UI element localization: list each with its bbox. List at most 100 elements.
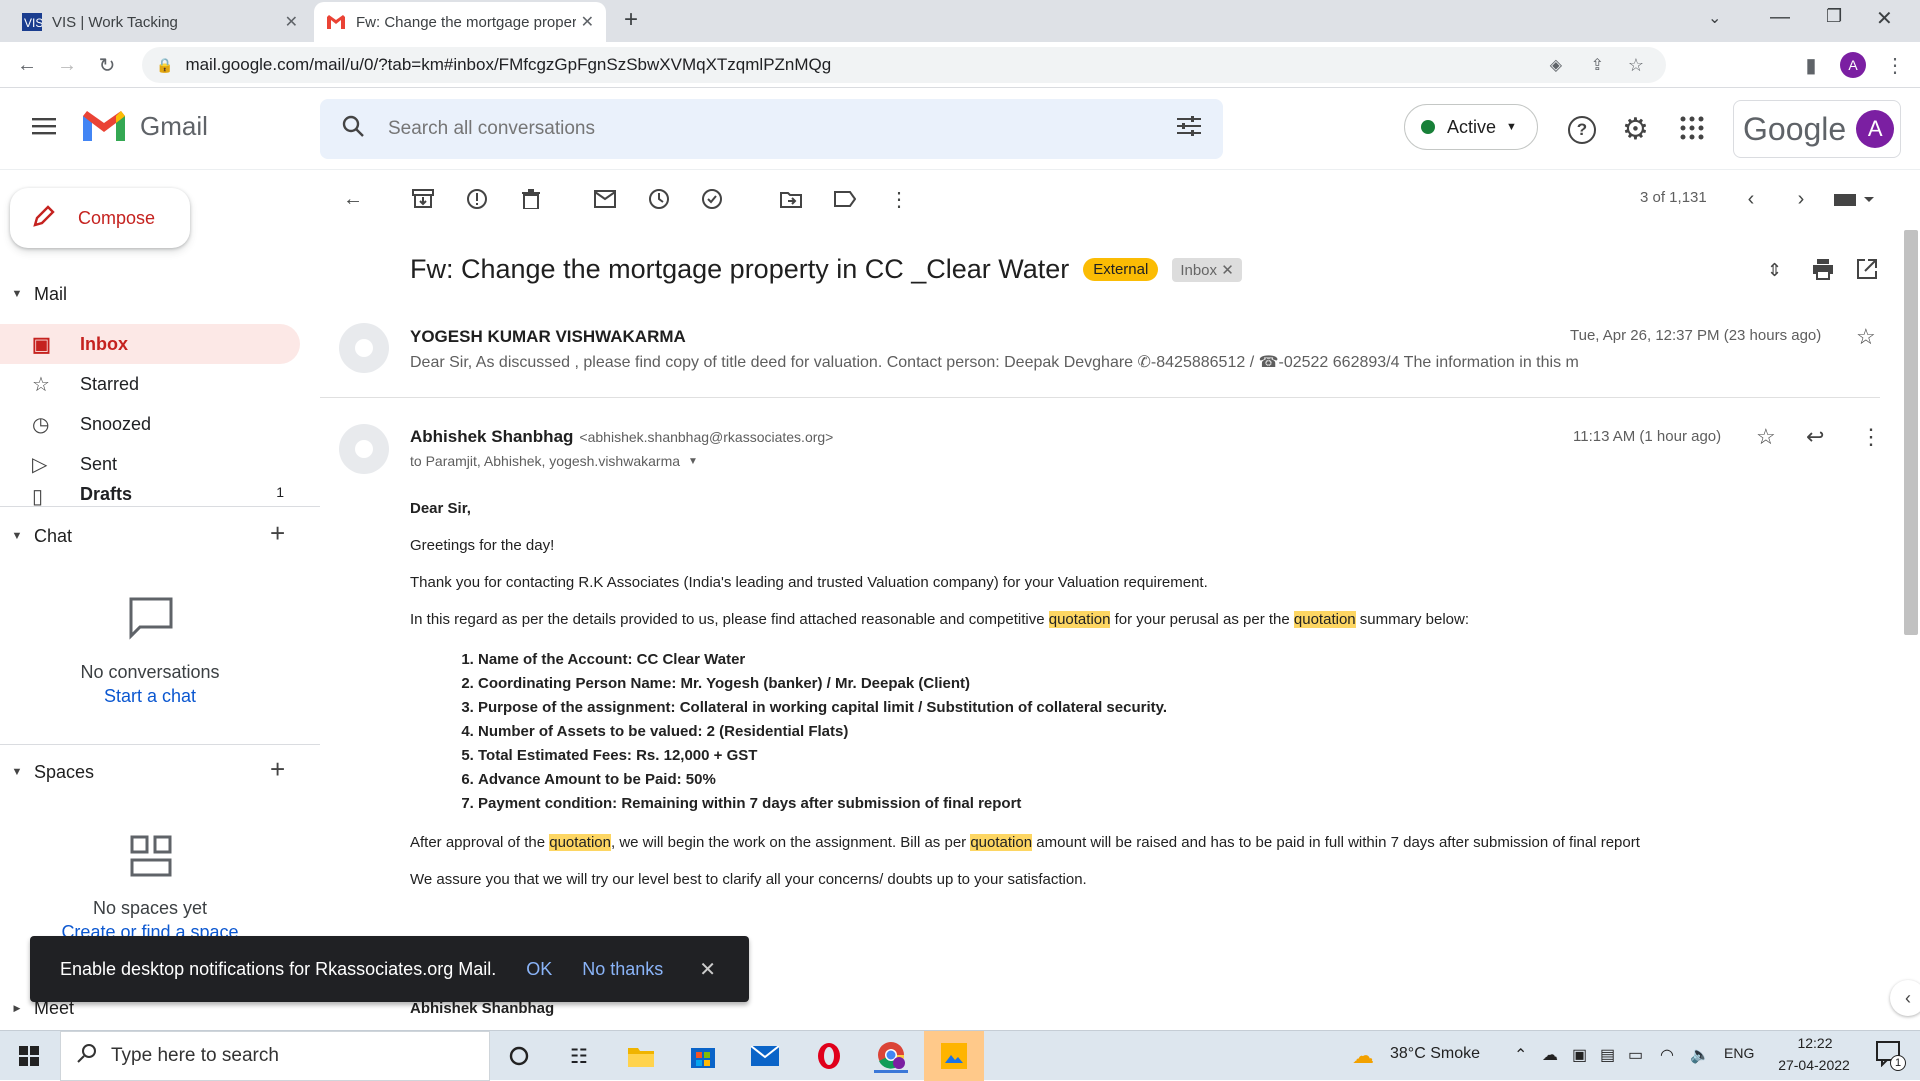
sidebar-item-sent[interactable]: ▷ Sent	[0, 444, 300, 484]
sidebar-item-drafts[interactable]: ▯ Drafts 1	[0, 484, 300, 506]
file-explorer-icon[interactable]	[624, 1039, 658, 1073]
start-chat-link[interactable]: Start a chat	[0, 686, 300, 707]
minimize-icon[interactable]: —	[1770, 6, 1790, 29]
tab-vis[interactable]: VIS VIS | Work Tacking ✕	[10, 2, 310, 42]
snackbar-no-thanks-button[interactable]: No thanks	[582, 959, 663, 980]
sidebar-item-snoozed[interactable]: ◷ Snoozed	[0, 404, 300, 444]
sidebar-item-starred[interactable]: ☆ Starred	[0, 364, 300, 404]
sender-name[interactable]: YOGESH KUMAR VISHWAKARMA	[410, 327, 686, 347]
main-menu-icon[interactable]	[32, 116, 56, 136]
close-tab-icon[interactable]: ✕	[581, 12, 594, 32]
onedrive-icon[interactable]: ☁	[1542, 1045, 1558, 1065]
gmail-logo[interactable]: Gmail	[80, 108, 208, 144]
task-view-icon[interactable]: ☷	[562, 1039, 596, 1073]
print-icon[interactable]	[1812, 258, 1834, 285]
open-new-window-icon[interactable]	[1856, 258, 1878, 285]
newer-chevron-icon[interactable]: ‹	[1738, 186, 1764, 212]
back-to-inbox-icon[interactable]: ←	[340, 186, 366, 212]
clock-time[interactable]: 12:22	[1770, 1035, 1860, 1051]
inbox-label-badge[interactable]: Inbox ✕	[1172, 257, 1242, 282]
chat-section-header[interactable]: ▼ Chat	[0, 520, 72, 552]
older-chevron-icon[interactable]: ›	[1788, 186, 1814, 212]
new-chat-plus-icon[interactable]: +	[270, 518, 285, 549]
close-window-icon[interactable]: ✕	[1876, 6, 1893, 31]
sticky-app-icon[interactable]	[924, 1031, 984, 1081]
delete-icon[interactable]	[518, 186, 544, 212]
restore-icon[interactable]: ❐	[1826, 6, 1842, 27]
volume-icon[interactable]: 🔈	[1690, 1045, 1710, 1065]
add-to-tasks-icon[interactable]	[700, 186, 726, 212]
chrome-taskbar-icon[interactable]	[874, 1039, 908, 1073]
move-to-icon[interactable]	[778, 186, 804, 212]
weather-text[interactable]: 38°C Smoke	[1390, 1045, 1480, 1063]
expand-all-icon[interactable]: ⇕	[1767, 260, 1782, 281]
sidepanel-icon[interactable]: ▮	[1800, 54, 1822, 77]
compose-button[interactable]: Compose	[10, 188, 190, 248]
extension-icon[interactable]: ◈	[1550, 55, 1562, 75]
side-panel-toggle-icon[interactable]: ‹	[1890, 980, 1920, 1016]
mark-unread-icon[interactable]	[592, 186, 618, 212]
tab-gmail[interactable]: Fw: Change the mortgage proper ✕	[314, 2, 606, 42]
chrome-menu-icon[interactable]: ⋮	[1884, 54, 1906, 77]
sidebar-item-inbox[interactable]: ▣ Inbox	[0, 324, 300, 364]
address-bar[interactable]: 🔒 mail.google.com/mail/u/0/?tab=km#inbox…	[142, 47, 1666, 83]
tab-search-icon[interactable]: ⌄	[1708, 8, 1721, 28]
new-tab-icon[interactable]: +	[624, 6, 638, 34]
language-indicator[interactable]: ENG	[1724, 1045, 1754, 1061]
report-spam-icon[interactable]	[464, 186, 490, 212]
account-avatar[interactable]: A	[1856, 110, 1895, 148]
archive-icon[interactable]	[410, 186, 436, 212]
notification-center-icon[interactable]: 1	[1876, 1041, 1906, 1071]
sender-name[interactable]: Abhishek Shanbhag	[410, 427, 573, 447]
mail-app-icon[interactable]	[748, 1039, 782, 1073]
snackbar-ok-button[interactable]: OK	[526, 959, 552, 980]
apps-grid-icon[interactable]	[1680, 116, 1704, 145]
share-icon[interactable]: ⇪	[1591, 55, 1604, 75]
mail-section-header[interactable]: ▼ Mail	[0, 278, 67, 310]
bookmark-star-icon[interactable]: ☆	[1628, 55, 1644, 76]
weather-icon[interactable]: ☁	[1352, 1043, 1374, 1069]
opera-browser-icon[interactable]	[812, 1039, 846, 1073]
remove-label-icon[interactable]: ✕	[1221, 262, 1234, 279]
search-bar[interactable]	[320, 99, 1223, 159]
status-selector[interactable]: Active ▼	[1404, 104, 1538, 150]
battery-icon[interactable]: ▭	[1628, 1045, 1643, 1065]
snooze-clock-icon[interactable]	[646, 186, 672, 212]
reply-icon[interactable]: ↩	[1806, 424, 1824, 450]
back-icon[interactable]: ←	[16, 54, 38, 76]
microsoft-store-icon[interactable]	[686, 1039, 720, 1073]
forward-icon[interactable]: →	[56, 54, 78, 76]
windows-start-icon[interactable]	[12, 1039, 46, 1073]
input-tools-keyboard-icon[interactable]	[1832, 186, 1876, 212]
scrollbar-thumb[interactable]	[1904, 230, 1918, 635]
subject-text: Fw: Change the mortgage property in CC _…	[410, 254, 1070, 284]
label-icon[interactable]	[832, 186, 858, 212]
more-options-icon[interactable]: ⋮	[886, 186, 912, 212]
body-text: After approval of the	[410, 834, 550, 851]
star-icon[interactable]: ☆	[1856, 324, 1876, 350]
wifi-icon[interactable]: ◠	[1660, 1045, 1674, 1065]
search-options-icon[interactable]	[1177, 115, 1201, 143]
tray-chevron-up-icon[interactable]: ⌃	[1514, 1045, 1527, 1065]
message-snippet[interactable]: Dear Sir, As discussed , please find cop…	[410, 352, 1710, 372]
details-dropdown-icon[interactable]: ▼	[688, 456, 698, 467]
meet-now-icon[interactable]: ▤	[1600, 1045, 1615, 1065]
star-icon[interactable]: ☆	[1756, 424, 1776, 450]
taskbar-search[interactable]: Type here to search	[60, 1031, 490, 1081]
close-icon[interactable]: ✕	[699, 957, 716, 982]
more-actions-icon[interactable]: ⋮	[1860, 424, 1882, 450]
spaces-section-header[interactable]: ▼ Spaces	[0, 756, 95, 788]
cortana-circle-icon[interactable]	[502, 1039, 536, 1073]
clock-date[interactable]: 27-04-2022	[1764, 1057, 1864, 1073]
new-space-plus-icon[interactable]: +	[270, 754, 285, 785]
profile-avatar[interactable]: A	[1840, 52, 1866, 78]
google-account-box[interactable]: Google A	[1733, 100, 1901, 158]
reload-icon[interactable]: ↻	[96, 54, 118, 77]
help-icon[interactable]: ?	[1568, 116, 1596, 144]
close-tab-icon[interactable]: ✕	[285, 12, 298, 32]
search-input[interactable]	[388, 118, 1108, 140]
device-icon[interactable]: ▣	[1572, 1045, 1587, 1065]
settings-gear-icon[interactable]: ⚙	[1622, 112, 1649, 147]
recipients-line[interactable]: to Paramjit, Abhishek, yogesh.vishwakarm…	[410, 453, 698, 469]
search-icon[interactable]	[342, 115, 364, 143]
